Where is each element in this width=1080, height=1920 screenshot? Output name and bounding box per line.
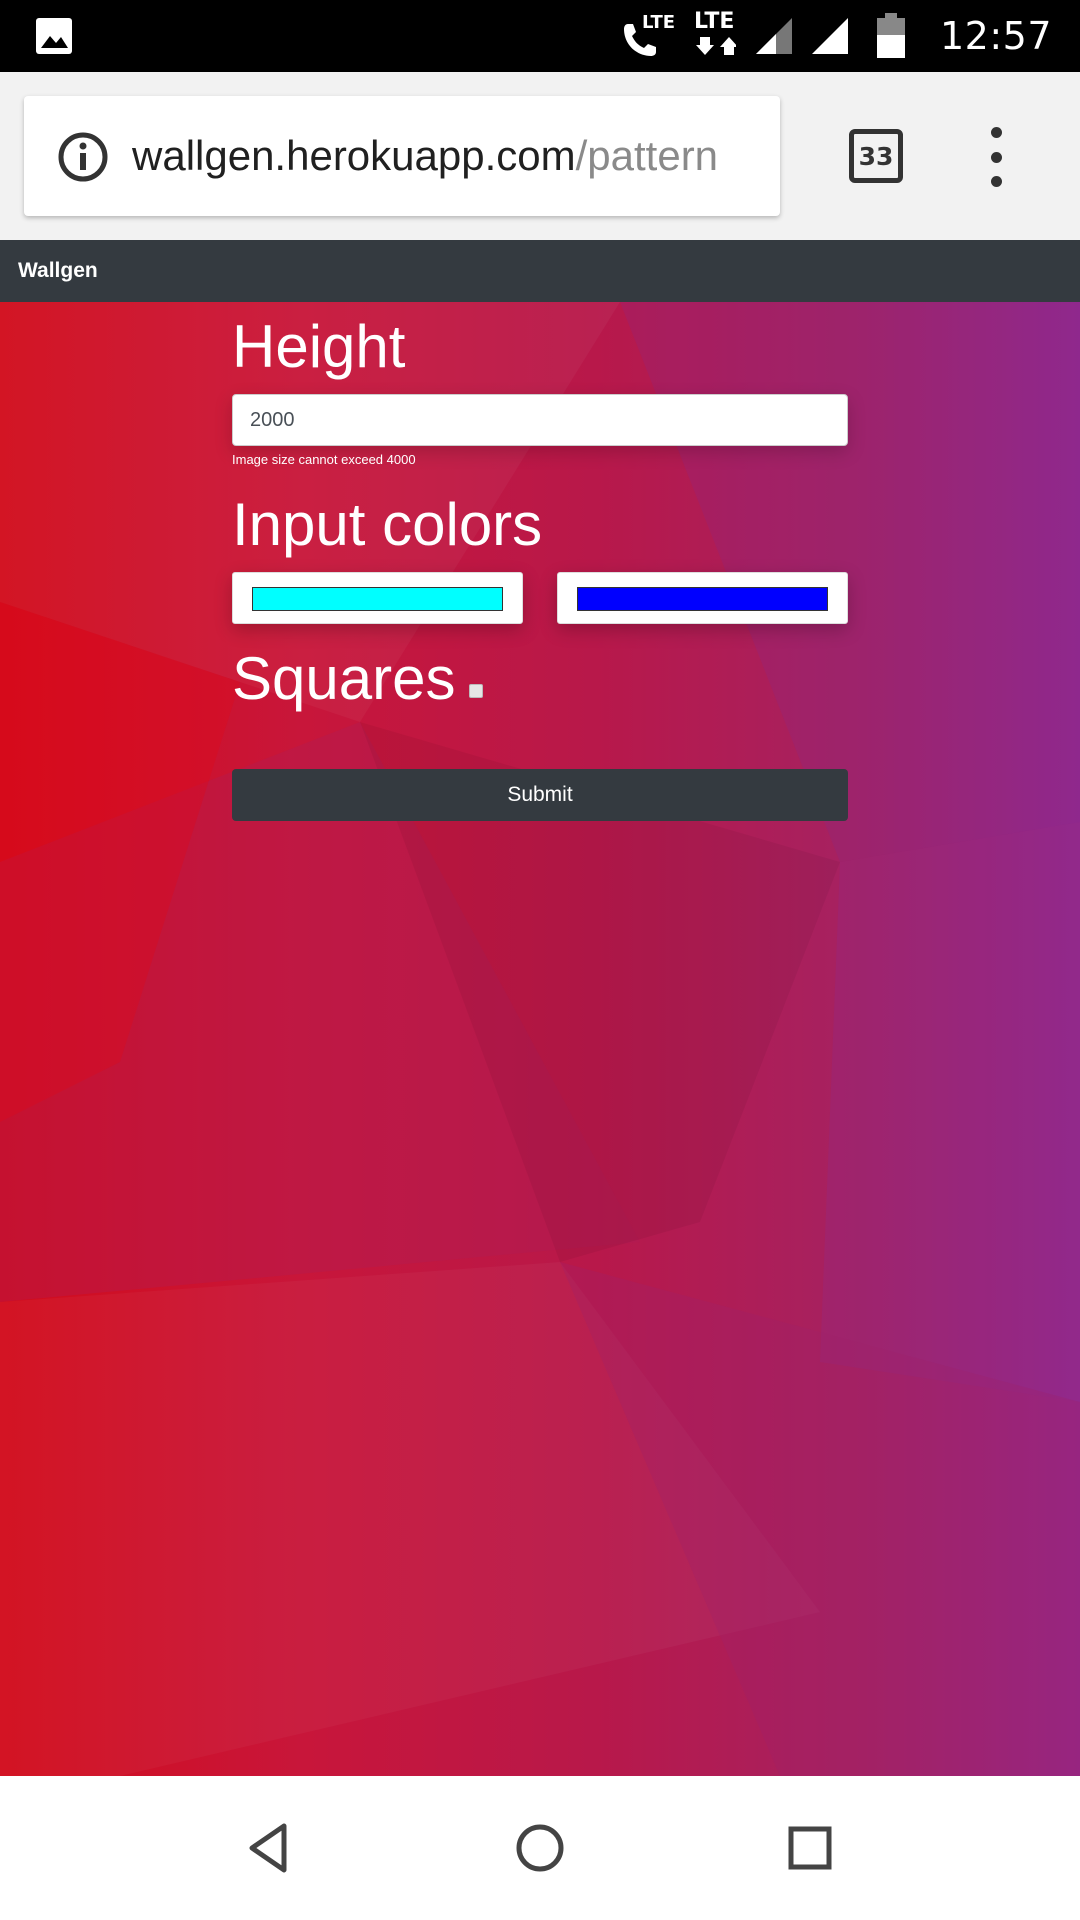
height-label: Height [232,313,406,380]
height-input[interactable]: 2000 [232,394,848,446]
lte-icon: LTE [692,9,738,59]
address-bar[interactable]: wallgen.herokuapp.com/pattern [24,96,780,216]
squares-label: Squares [232,645,456,712]
menu-dot [990,151,1002,163]
color-picker-2[interactable] [557,572,848,624]
color-swatch-2 [577,587,828,611]
lte-label-2: LTE [693,9,735,34]
height-hint: Image size cannot exceed 4000 [232,452,416,467]
back-icon[interactable] [240,1818,300,1878]
color-picker-1[interactable] [232,572,523,624]
brand-link[interactable]: Wallgen [18,240,98,302]
page-content: Height 2000 Image size cannot exceed 400… [0,302,1080,1776]
menu-dot [990,127,1002,138]
gallery-icon [36,18,72,54]
lte-label-1: LTE [641,12,676,33]
url-path: /pattern [575,132,719,179]
browser-toolbar: wallgen.herokuapp.com/pattern 33 [0,72,1080,240]
squares-checkbox[interactable] [469,684,483,698]
home-icon[interactable] [510,1818,570,1878]
more-vert-icon[interactable] [976,127,1016,187]
status-bar: LTE LTE 12:57 [0,0,1080,72]
tab-count: 33 [858,141,894,171]
url-text[interactable]: wallgen.herokuapp.com/pattern [132,126,718,186]
signal-icon [755,18,792,54]
info-icon[interactable] [58,132,108,182]
system-nav-bar [0,1776,1080,1920]
battery-icon [876,13,905,58]
menu-dot [990,176,1002,187]
input-colors-label: Input colors [232,491,543,558]
clock: 12:57 [939,14,1052,58]
url-domain: wallgen.herokuapp.com [132,132,576,179]
wifi-call-icon: LTE [620,12,676,58]
navbar: Wallgen [0,240,1080,302]
recents-icon[interactable] [780,1818,840,1878]
tabs-icon[interactable]: 33 [849,129,903,183]
signal-full-icon [811,18,848,54]
submit-button[interactable]: Submit [232,769,848,821]
color-swatch-1 [252,587,503,611]
